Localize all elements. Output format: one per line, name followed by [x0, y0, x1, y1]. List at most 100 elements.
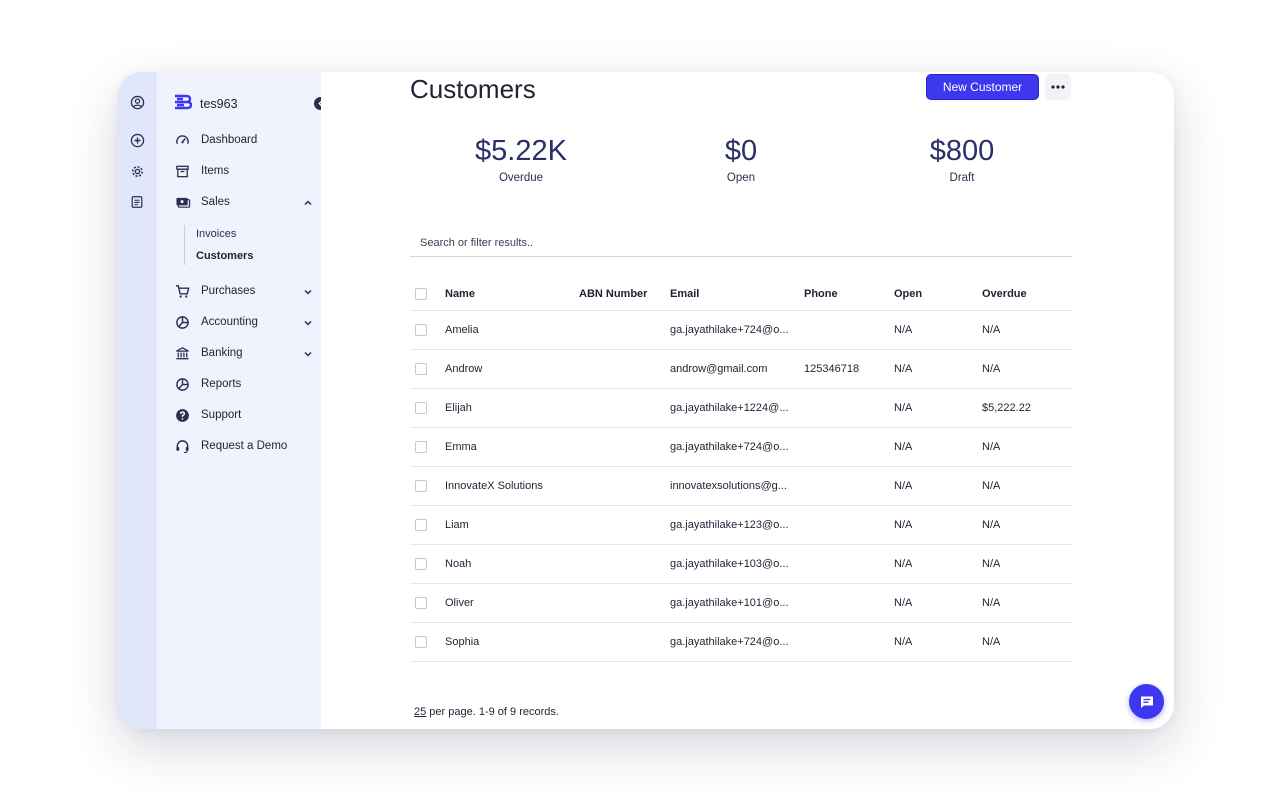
org-name: tes963 — [200, 97, 238, 111]
cell-phone — [804, 311, 884, 349]
cell-overdue: N/A — [982, 363, 1001, 375]
row-checkbox[interactable] — [415, 441, 427, 453]
cell-abn — [579, 545, 667, 583]
table-row[interactable]: Sophia ga.jayathilake+724@o... N/A N/A — [410, 623, 1072, 662]
cell-name[interactable]: Sophia — [445, 623, 575, 661]
reports-icon — [174, 376, 191, 393]
cell-open: N/A — [894, 402, 913, 414]
row-checkbox[interactable] — [415, 480, 427, 492]
nav-label: Banking — [201, 347, 243, 359]
column-header-name[interactable]: Name — [445, 277, 575, 310]
nav-label: Support — [201, 409, 242, 421]
cell-phone: 125346718 — [804, 363, 860, 375]
nav-reports[interactable]: Reports — [174, 373, 314, 395]
per-page-selector[interactable]: 25 — [414, 706, 426, 718]
row-checkbox[interactable] — [415, 558, 427, 570]
cell-phone — [804, 506, 884, 544]
row-checkbox[interactable] — [415, 363, 427, 375]
column-header-overdue[interactable]: Overdue — [982, 277, 1072, 310]
column-header-open[interactable]: Open — [894, 277, 974, 310]
headset-icon — [174, 438, 191, 455]
chevron-down-icon — [302, 347, 314, 359]
stat-overdue[interactable]: $5.22K Overdue — [421, 134, 621, 184]
org-switcher[interactable]: tes963 — [174, 94, 334, 114]
nav-label: Purchases — [201, 285, 256, 297]
cell-name[interactable]: Elijah — [445, 389, 575, 427]
nav-customers[interactable]: Customers — [196, 250, 253, 262]
cell-phone — [804, 623, 884, 661]
cell-email: ga.jayathilake+724@o... — [670, 441, 788, 453]
cell-abn — [579, 428, 667, 466]
stat-value: $800 — [929, 135, 995, 167]
plus-circle-icon[interactable] — [127, 130, 147, 150]
nav-label: Items — [201, 165, 230, 177]
column-header-abn[interactable]: ABN Number — [579, 277, 667, 310]
stat-draft[interactable]: $800 Draft — [862, 134, 1062, 184]
nav-invoices[interactable]: Invoices — [196, 228, 236, 240]
more-horizontal-icon — [1051, 85, 1065, 89]
stat-value: $5.22K — [475, 135, 567, 167]
row-checkbox[interactable] — [415, 597, 427, 609]
cell-name[interactable]: Emma — [445, 428, 575, 466]
nav-items[interactable]: Items — [174, 160, 314, 182]
chat-button[interactable] — [1129, 684, 1164, 719]
cell-name[interactable]: Androw — [445, 350, 575, 388]
chat-icon — [1140, 696, 1153, 708]
table-row[interactable]: Oliver ga.jayathilake+101@o... N/A N/A — [410, 584, 1072, 623]
cell-open: N/A — [894, 441, 913, 453]
document-icon[interactable] — [127, 192, 147, 212]
stat-value: $0 — [724, 135, 758, 167]
nav-label: Sales — [201, 196, 230, 208]
nav-sales[interactable]: Sales — [174, 191, 314, 213]
table-row[interactable]: InnovateX Solutions innovatexsolutions@g… — [410, 467, 1072, 506]
cell-phone — [804, 428, 884, 466]
nav-support[interactable]: Support — [174, 404, 314, 426]
cell-name[interactable]: InnovateX Solutions — [445, 467, 575, 505]
cell-name[interactable]: Oliver — [445, 584, 575, 622]
row-checkbox[interactable] — [415, 402, 427, 414]
customers-table: Name ABN Number Email Phone Open Overdue… — [410, 277, 1072, 662]
cell-phone — [804, 545, 884, 583]
column-header-phone[interactable]: Phone — [804, 277, 884, 310]
pie-chart-icon — [174, 314, 191, 331]
nav-request-demo[interactable]: Request a Demo — [174, 435, 314, 457]
stat-label: Overdue — [498, 172, 544, 184]
table-row[interactable]: Noah ga.jayathilake+103@o... N/A N/A — [410, 545, 1072, 584]
table-row[interactable]: Elijah ga.jayathilake+1224@... N/A $5,22… — [410, 389, 1072, 428]
cell-name[interactable]: Noah — [445, 545, 575, 583]
cell-open: N/A — [894, 597, 913, 609]
cell-overdue: N/A — [982, 519, 1001, 531]
sidebar: tes963 Dashboard Items Sales Invoices Cu… — [156, 72, 327, 729]
select-all-checkbox[interactable] — [415, 287, 427, 300]
stat-label: Open — [726, 172, 756, 184]
nav-label: Request a Demo — [201, 440, 288, 452]
row-checkbox[interactable] — [415, 636, 427, 648]
nav-dashboard[interactable]: Dashboard — [174, 129, 314, 151]
column-header-email[interactable]: Email — [670, 277, 788, 310]
new-customer-button[interactable]: New Customer — [926, 74, 1039, 100]
cell-open: N/A — [894, 363, 913, 375]
bank-icon — [174, 345, 191, 362]
cell-email: ga.jayathilake+724@o... — [670, 636, 788, 648]
nav-label: Reports — [201, 378, 242, 390]
nav-accounting[interactable]: Accounting — [174, 311, 314, 333]
more-options-button[interactable] — [1045, 74, 1071, 100]
search-input[interactable] — [410, 230, 1072, 257]
row-checkbox[interactable] — [415, 519, 427, 531]
row-checkbox[interactable] — [415, 324, 427, 336]
nav-label: Dashboard — [201, 134, 258, 146]
nav-purchases[interactable]: Purchases — [174, 280, 314, 302]
submenu-divider — [184, 225, 185, 265]
chevron-down-icon — [302, 316, 314, 328]
nav-banking[interactable]: Banking — [174, 342, 314, 364]
table-row[interactable]: Liam ga.jayathilake+123@o... N/A N/A — [410, 506, 1072, 545]
gear-icon[interactable] — [127, 161, 147, 181]
cell-name[interactable]: Liam — [445, 506, 575, 544]
table-header-row: Name ABN Number Email Phone Open Overdue — [410, 277, 1072, 311]
cell-name[interactable]: Amelia — [445, 311, 575, 349]
user-circle-icon[interactable] — [127, 92, 147, 112]
table-row[interactable]: Emma ga.jayathilake+724@o... N/A N/A — [410, 428, 1072, 467]
table-row[interactable]: Amelia ga.jayathilake+724@o... N/A N/A — [410, 311, 1072, 350]
stat-open[interactable]: $0 Open — [641, 134, 841, 184]
table-row[interactable]: Androw androw@gmail.com 125346718 N/A N/… — [410, 350, 1072, 389]
